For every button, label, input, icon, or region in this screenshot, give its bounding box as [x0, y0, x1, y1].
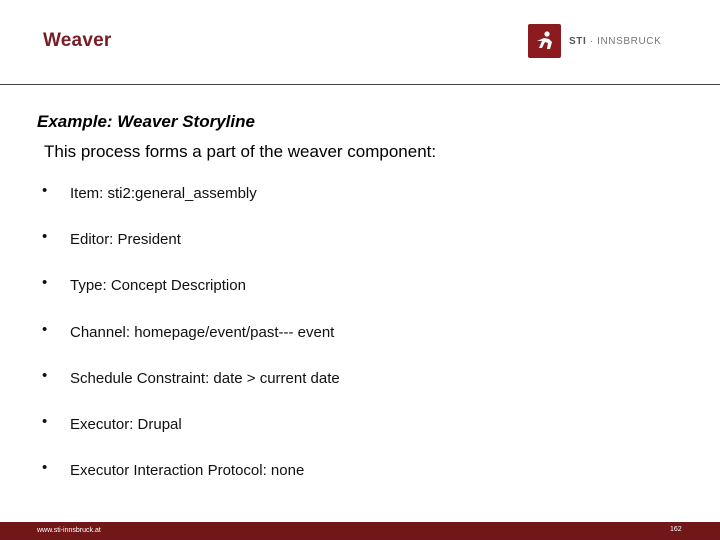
header-divider	[0, 84, 720, 85]
bullet-icon: •	[42, 228, 48, 246]
list-item: • Item: sti2:general_assembly	[0, 182, 720, 228]
bullet-icon: •	[42, 274, 48, 292]
logo-location: INNSBRUCK	[597, 35, 662, 47]
bullet-icon: •	[42, 320, 48, 338]
list-item-text: Type: Concept Description	[70, 277, 246, 295]
logo-separator: ·	[589, 35, 594, 47]
list-item: • Type: Concept Description	[0, 274, 720, 320]
logo-brand: STI	[569, 35, 587, 47]
list-item: • Schedule Constraint: date > current da…	[0, 367, 720, 413]
list-item-text: Schedule Constraint: date > current date	[70, 369, 340, 387]
bullet-list: • Item: sti2:general_assembly • Editor: …	[0, 182, 720, 505]
list-item-text: Editor: President	[70, 231, 181, 249]
bullet-icon: •	[42, 366, 48, 384]
page-number: 162	[670, 526, 682, 533]
bullet-icon: •	[42, 412, 48, 430]
slide-title: Weaver	[43, 30, 112, 51]
list-item-text: Item: sti2:general_assembly	[70, 185, 257, 202]
list-item: • Executor: Drupal	[0, 413, 720, 459]
sti-innsbruck-logo: STI · INNSBRUCK	[528, 24, 661, 58]
sti-runner-icon	[528, 24, 561, 58]
list-item: • Executor Interaction Protocol: none	[0, 459, 720, 505]
list-item-text: Executor: Drupal	[70, 415, 182, 433]
list-item: • Channel: homepage/event/past--- event	[0, 321, 720, 367]
footer-url[interactable]: www.sti-innsbruck.at	[37, 527, 101, 534]
list-item-text: Channel: homepage/event/past--- event	[70, 323, 335, 341]
bullet-icon: •	[42, 182, 48, 199]
list-item: • Editor: President	[0, 228, 720, 274]
list-item-text: Executor Interaction Protocol: none	[70, 462, 305, 480]
slide-subtitle: Example: Weaver Storyline	[37, 112, 255, 131]
footer-bar: www.sti-innsbruck.at 162	[0, 522, 720, 540]
logo-text: STI · INNSBRUCK	[569, 36, 661, 47]
intro-text: This process forms a part of the weaver …	[44, 142, 437, 161]
bullet-icon: •	[42, 459, 48, 477]
